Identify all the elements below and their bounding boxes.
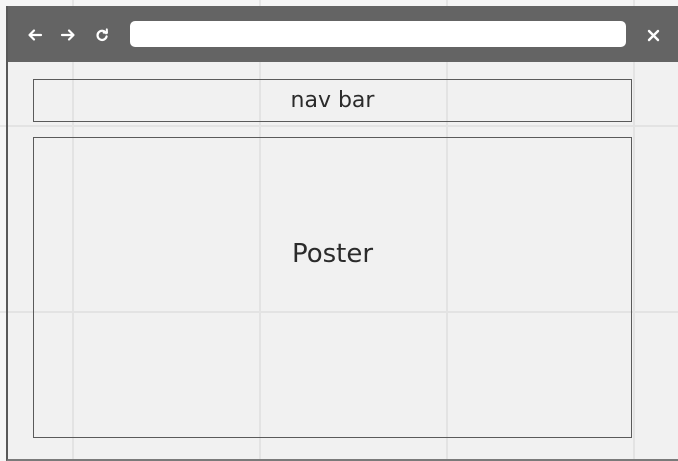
browser-window: nav bar Poster <box>6 6 678 461</box>
reload-icon <box>96 28 108 41</box>
nav-bar-label: nav bar <box>290 88 375 113</box>
address-bar[interactable] <box>130 21 626 47</box>
browser-toolbar <box>8 6 678 62</box>
poster-label: Poster <box>291 239 374 269</box>
wireframe-canvas: nav bar Poster <box>0 0 678 461</box>
poster-placeholder: Poster <box>33 137 632 438</box>
close-icon <box>647 29 659 41</box>
grid-line <box>8 125 678 127</box>
arrow-right-icon <box>60 29 75 41</box>
reload-button[interactable] <box>92 25 112 45</box>
arrow-left-icon <box>28 29 43 41</box>
nav-bar-placeholder: nav bar <box>33 79 632 122</box>
close-button[interactable] <box>642 24 664 46</box>
back-button[interactable] <box>25 25 45 45</box>
grid-line <box>633 62 635 459</box>
forward-button[interactable] <box>58 25 78 45</box>
